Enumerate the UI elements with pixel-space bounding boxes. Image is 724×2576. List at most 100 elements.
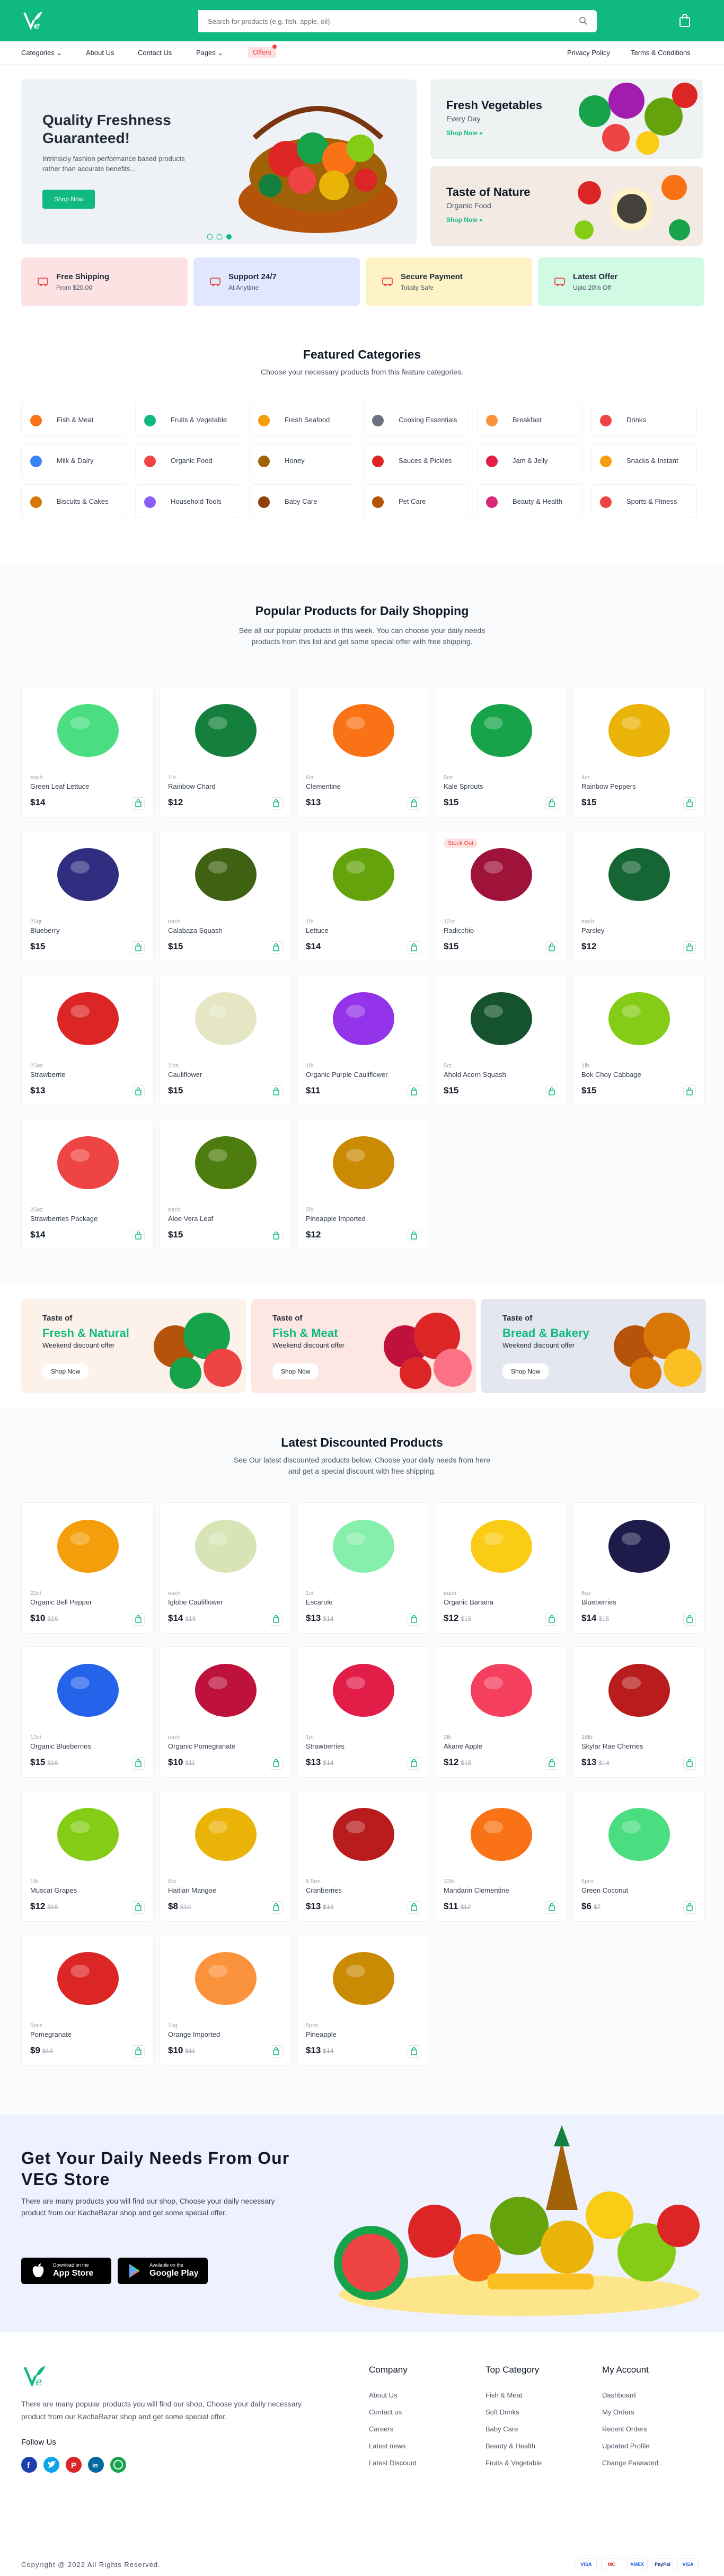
category-item[interactable]: Fruits & Vegetable (135, 403, 241, 436)
product-image[interactable] (160, 1119, 292, 1204)
category-item[interactable]: Biscuits & Cakes (21, 484, 127, 518)
product-name[interactable]: Mandarin Clementine (444, 1886, 509, 1894)
add-to-cart-button[interactable] (408, 1085, 420, 1098)
add-to-cart-button[interactable] (270, 2045, 282, 2058)
product-name[interactable]: Iglobe Cauliflower (168, 1598, 223, 1606)
nav-privacy[interactable]: Privacy Policy (567, 49, 610, 57)
add-to-cart-button[interactable] (408, 2045, 420, 2058)
app-store-button[interactable]: Download on the App Store (21, 2258, 111, 2284)
product-name[interactable]: Parsley (581, 926, 604, 934)
product-image[interactable] (435, 975, 568, 1060)
product-name[interactable]: Pomegranate (30, 2030, 72, 2038)
product-image[interactable] (22, 975, 154, 1060)
footer-link[interactable]: My Orders (602, 2408, 634, 2416)
add-to-cart-button[interactable] (545, 797, 558, 810)
add-to-cart-button[interactable] (683, 1085, 696, 1098)
product-image[interactable] (160, 1935, 292, 2020)
product-image[interactable] (297, 831, 430, 916)
product-name[interactable]: Strawberries (306, 1742, 345, 1750)
product-name[interactable]: Kale Sprouts (444, 782, 483, 790)
product-name[interactable]: Organic Bell Pepper (30, 1598, 92, 1606)
add-to-cart-button[interactable] (408, 1757, 420, 1770)
promo-banner[interactable]: Taste of Bread & Bakery Weekend discount o… (481, 1299, 706, 1393)
product-name[interactable]: Organic Purple Cauliflower (306, 1071, 388, 1078)
footer-link[interactable]: Fruits & Vegetable (485, 2459, 542, 2467)
shopping-bag-icon[interactable] (678, 13, 691, 28)
product-image[interactable] (435, 1503, 568, 1588)
hero-slider[interactable]: Quality Freshness Guaranteed! Intrinsicl… (21, 79, 417, 244)
add-to-cart-button[interactable] (683, 797, 696, 810)
product-card[interactable]: 5pcs Pineapple $13 $14 (297, 1935, 429, 2066)
nav-contact[interactable]: Contact Us (138, 49, 172, 57)
product-image[interactable] (435, 687, 568, 772)
product-card[interactable]: 2lb Akane Apple $12 $15 (435, 1646, 567, 1778)
add-to-cart-button[interactable] (408, 1901, 420, 1914)
footer-link[interactable]: Updated Profile (602, 2442, 650, 2450)
product-name[interactable]: Pineapple Imported (306, 1215, 366, 1223)
product-name[interactable]: Organic Blueberries (30, 1742, 91, 1750)
add-to-cart-button[interactable] (270, 1613, 282, 1626)
product-name[interactable]: Clementine (306, 782, 341, 790)
product-card[interactable]: each Parsley $12 (572, 831, 705, 962)
product-card[interactable]: each Iglobe Cauliflower $14 $15 (159, 1502, 292, 1634)
product-card[interactable]: 6ct Haitian Mangoe $8 $10 (159, 1790, 292, 1922)
add-to-cart-button[interactable] (132, 941, 145, 954)
promo-shop-button[interactable]: Shop Now (502, 1363, 549, 1379)
category-item[interactable]: Household Tools (135, 484, 241, 518)
product-card[interactable]: 25oz Strawberrie $13 (21, 975, 154, 1106)
promo-shop-button[interactable]: Shop Now (42, 1363, 89, 1379)
add-to-cart-button[interactable] (683, 1757, 696, 1770)
product-name[interactable]: Lettuce (306, 926, 329, 934)
category-item[interactable]: Sports & Fitness (591, 484, 697, 518)
product-card[interactable]: 1ct Escarole $13 $14 (297, 1502, 429, 1634)
footer-link[interactable]: Latest news (369, 2442, 405, 2450)
promo-banner[interactable]: Taste of Fresh & Natural Weekend discount … (21, 1299, 246, 1393)
product-card[interactable]: 1lb Muscat Grapes $12 $16 (21, 1790, 154, 1922)
hero-shop-button[interactable]: Shop Now (42, 190, 95, 209)
add-to-cart-button[interactable] (132, 1085, 145, 1098)
banner-link[interactable]: Shop Now » (446, 216, 483, 224)
product-card[interactable]: Stock Out 12ct Radicchio $15 (435, 831, 567, 962)
product-image[interactable] (160, 687, 292, 772)
product-name[interactable]: Skylar Rae Cherries (581, 1742, 643, 1750)
footer-link[interactable]: Baby Care (485, 2425, 518, 2433)
product-image[interactable] (22, 1935, 154, 2020)
product-image[interactable] (160, 1503, 292, 1588)
twitter-icon[interactable] (43, 2457, 59, 2473)
product-card[interactable]: 5oz Kale Sprouts $15 (435, 687, 567, 818)
add-to-cart-button[interactable] (545, 1901, 558, 1914)
product-image[interactable] (573, 831, 705, 916)
product-image[interactable] (22, 831, 154, 916)
add-to-cart-button[interactable] (132, 797, 145, 810)
product-card[interactable]: 22lb Mandarin Clementine $11 $12 (435, 1790, 567, 1922)
product-image[interactable] (160, 975, 292, 1060)
product-card[interactable]: 5ct Ahold Acorn Squash $15 (435, 975, 567, 1106)
category-item[interactable]: Milk & Dairy (21, 443, 127, 477)
product-card[interactable]: 1lb Lettuce $14 (297, 831, 429, 962)
category-item[interactable]: Beauty & Health (477, 484, 583, 518)
nav-about[interactable]: About Us (86, 49, 114, 57)
product-card[interactable]: 1lb Organic Purple Cauliflower $11 (297, 975, 429, 1106)
product-image[interactable] (573, 687, 705, 772)
footer-link[interactable]: Careers (369, 2425, 393, 2433)
facebook-icon[interactable]: f (21, 2457, 37, 2473)
product-image[interactable] (435, 1647, 568, 1732)
footer-link[interactable]: Fish & Meat (485, 2391, 522, 2399)
nav-offers[interactable]: Offers (248, 47, 277, 58)
product-card[interactable]: each Aloe Vera Leaf $15 (159, 1119, 292, 1250)
product-card[interactable]: 6ct Clementine $13 (297, 687, 429, 818)
product-image[interactable] (573, 1503, 705, 1588)
category-item[interactable]: Fish & Meat (21, 403, 127, 436)
product-card[interactable]: 2lbs Cauliflower $15 (159, 975, 292, 1106)
product-image[interactable] (160, 1791, 292, 1876)
product-name[interactable]: Orange Imported (168, 2030, 220, 2038)
product-image[interactable] (22, 1791, 154, 1876)
product-card[interactable]: each Calabaza Squash $15 (159, 831, 292, 962)
add-to-cart-button[interactable] (132, 1757, 145, 1770)
product-name[interactable]: Muscat Grapes (30, 1886, 77, 1894)
category-item[interactable]: Drinks (591, 403, 697, 436)
add-to-cart-button[interactable] (132, 1229, 145, 1242)
add-to-cart-button[interactable] (132, 1901, 145, 1914)
footer-logo[interactable]: e (21, 2363, 48, 2389)
footer-link[interactable]: Beauty & Health (485, 2442, 535, 2450)
